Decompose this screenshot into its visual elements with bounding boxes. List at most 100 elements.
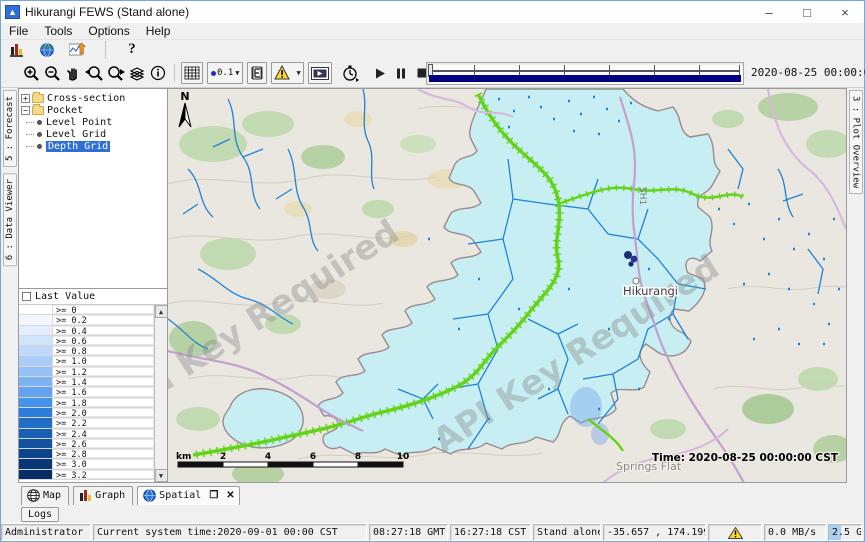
legend-row[interactable]: >= 1.6: [19, 387, 154, 397]
logs-row: Logs: [1, 505, 864, 523]
color-swatch: [19, 356, 53, 365]
zoom-next-icon[interactable]: [105, 62, 127, 84]
legend-row[interactable]: >= 0.6: [19, 336, 154, 346]
legend-row[interactable]: >= 3.0: [19, 459, 154, 469]
warning-threshold-button[interactable]: ▼: [271, 62, 303, 84]
color-swatch: [19, 336, 53, 345]
color-swatch: [19, 346, 53, 355]
legend-row[interactable]: >= 0.2: [19, 315, 154, 325]
timer-icon[interactable]: [340, 62, 361, 84]
depth-legend: Last Value >= 0 >= 0.2 >= 0.4 >= 0.6 >= …: [19, 288, 167, 482]
tree-node-cross-section[interactable]: + Cross-section: [21, 92, 165, 104]
svg-text:2: 2: [220, 452, 226, 462]
help-icon[interactable]: ?: [122, 39, 142, 61]
left-panel: + Cross-section − Pocket Level Point Lev…: [18, 88, 168, 483]
tree-node-label: Cross-section: [47, 93, 125, 104]
tab-map[interactable]: Map: [21, 486, 69, 505]
color-swatch: [19, 470, 53, 479]
legend-row[interactable]: >= 2.0: [19, 408, 154, 418]
collapse-icon[interactable]: −: [21, 106, 30, 115]
current-datetime: 2020-08-25 00:00:00 CST: [751, 66, 865, 79]
menu-tools[interactable]: Tools: [44, 24, 72, 38]
legend-row[interactable]: >= 1.4: [19, 377, 154, 387]
expand-icon[interactable]: +: [21, 94, 30, 103]
deep-flood-patch: [570, 387, 602, 427]
animation-movie-button[interactable]: [308, 62, 332, 84]
tab-spatial[interactable]: Spatial ❐ ✕: [137, 486, 240, 505]
close-pane-icon[interactable]: ✕: [226, 490, 234, 501]
legend-row[interactable]: >= 3.2: [19, 470, 154, 480]
contour-interval-dropdown[interactable]: 0.1 ▼: [207, 62, 243, 84]
pause-button[interactable]: [392, 63, 411, 83]
main-toolbar: ?: [1, 40, 864, 59]
legend-row[interactable]: >= 2.4: [19, 429, 154, 439]
bottom-tab-bar: Map Graph Spatial ❐ ✕: [1, 483, 864, 505]
layer-tree: + Cross-section − Pocket Level Point Lev…: [19, 89, 167, 288]
legend-row[interactable]: >= 2.6: [19, 439, 154, 449]
tree-node-label: Level Point: [46, 117, 112, 128]
tab-forecast[interactable]: 5 : Forecast: [3, 90, 17, 167]
status-gmt-time: 08:27:18 GMT: [369, 524, 448, 541]
status-bar: Administrator Current system time:2020-0…: [1, 523, 864, 541]
scroll-down-icon[interactable]: ▼: [155, 469, 168, 482]
legend-rows: >= 0 >= 0.2 >= 0.4 >= 0.6 >= 0.8 >= 1.0 …: [19, 305, 154, 482]
legend-row[interactable]: >= 0.4: [19, 326, 154, 336]
legend-row[interactable]: >= 0: [19, 305, 154, 315]
color-swatch: [19, 367, 53, 376]
svg-text:10: 10: [397, 452, 410, 462]
scroll-up-icon[interactable]: ▲: [155, 305, 168, 318]
minimize-button[interactable]: –: [750, 1, 788, 23]
tree-node-label: Level Grid: [46, 129, 106, 140]
legend-row[interactable]: >= 1.0: [19, 356, 154, 366]
legend-scrollbar[interactable]: ▲ ▼: [154, 305, 167, 482]
tree-node-pocket[interactable]: − Pocket: [21, 104, 165, 116]
legend-row[interactable]: >= 1.8: [19, 398, 154, 408]
tree-node-level-point[interactable]: Level Point: [21, 116, 165, 128]
globe-icon[interactable]: [37, 39, 57, 61]
restore-pane-icon[interactable]: ❐: [209, 490, 218, 501]
maximize-button[interactable]: □: [788, 1, 826, 23]
tab-data-viewer[interactable]: 6 : Data Viewer: [3, 173, 17, 266]
info-icon[interactable]: [148, 62, 168, 84]
menu-file[interactable]: File: [9, 24, 28, 38]
logs-button[interactable]: Logs: [21, 507, 59, 522]
grid-display-button[interactable]: [181, 62, 203, 84]
app-window: ▲ Hikurangi FEWS (Stand alone) – □ × Fil…: [0, 0, 865, 542]
chevron-down-icon: ▼: [235, 69, 239, 77]
menu-options[interactable]: Options: [88, 24, 129, 38]
menu-help[interactable]: Help: [146, 24, 171, 38]
zoom-previous-icon[interactable]: [83, 62, 105, 84]
color-swatch: [19, 398, 53, 407]
town-label: Hikurangi: [623, 284, 678, 298]
legend-row[interactable]: >= 2.8: [19, 449, 154, 459]
time-span-bar: [429, 75, 741, 82]
status-memory: 2.5 GB: [828, 524, 862, 541]
elevation-button[interactable]: [247, 62, 267, 84]
database-bars-icon[interactable]: [7, 39, 27, 61]
chevron-down-icon: ▼: [296, 69, 300, 77]
layers-icon[interactable]: [127, 62, 148, 84]
time-slider[interactable]: [426, 62, 744, 85]
tab-plot-overview[interactable]: 3 : Plot Overview: [849, 90, 863, 194]
close-button[interactable]: ×: [826, 1, 864, 23]
play-button[interactable]: [371, 63, 390, 83]
map-view[interactable]: API Key Required API Key Required N km: [168, 88, 847, 483]
last-value-checkbox[interactable]: [22, 292, 31, 301]
right-tab-strip: 3 : Plot Overview: [847, 88, 864, 483]
legend-row[interactable]: >= 1.2: [19, 367, 154, 377]
road-label: SH1: [637, 187, 647, 205]
color-swatch: [19, 305, 53, 314]
legend-row[interactable]: >= 2.2: [19, 418, 154, 428]
tree-node-level-grid[interactable]: Level Grid: [21, 128, 165, 140]
zoom-out-icon[interactable]: [42, 62, 63, 84]
zoom-in-icon[interactable]: [21, 62, 42, 84]
legend-row[interactable]: >= 0.8: [19, 346, 154, 356]
color-swatch: [19, 387, 53, 396]
tree-node-depth-grid[interactable]: Depth Grid: [21, 140, 165, 152]
pan-hand-icon[interactable]: [63, 62, 83, 84]
timeseries-chart-icon[interactable]: [67, 39, 89, 61]
globe-icon: [27, 489, 40, 502]
svg-text:6: 6: [310, 452, 316, 462]
tab-graph[interactable]: Graph: [73, 486, 133, 505]
dot-icon: [211, 71, 216, 76]
